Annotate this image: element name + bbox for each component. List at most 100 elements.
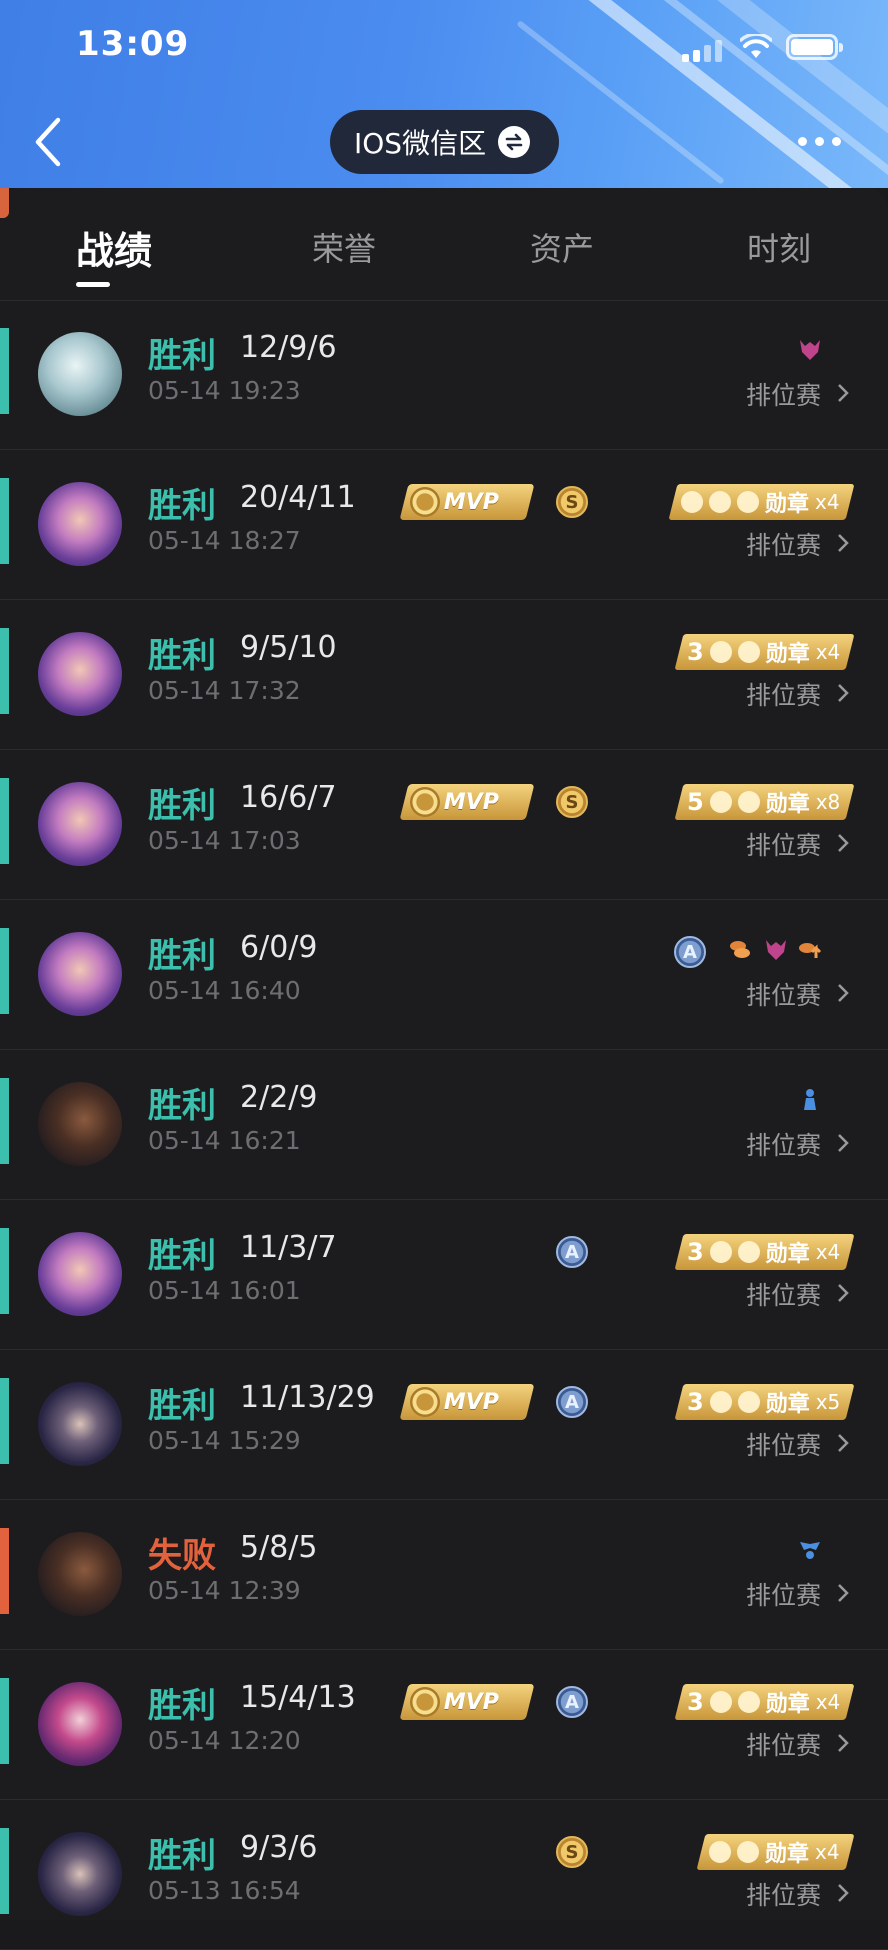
medal-icon: [737, 1241, 760, 1263]
result-bar: [0, 1228, 9, 1314]
match-result: 胜利: [148, 936, 216, 976]
medal-icon: [709, 1691, 732, 1713]
match-kda: 20/4/11: [240, 480, 356, 515]
s-rating-coin-icon: S: [556, 1836, 588, 1868]
medal-badge: 3 勋章 x4: [674, 1684, 855, 1720]
match-kda: 12/9/6: [240, 330, 337, 365]
coin-up-icon: [799, 943, 822, 958]
match-row[interactable]: 胜利 11/13/29 05-14 15:29 MVP A 3 勋章 x5 排位赛: [0, 1350, 888, 1500]
match-time: 05-14 19:23: [148, 376, 301, 405]
server-switch-button[interactable]: IOS微信区: [330, 110, 559, 174]
match-time: 05-14 16:21: [148, 1126, 301, 1155]
match-kda: 16/6/7: [240, 780, 337, 815]
a-rating-coin-icon: A: [556, 1386, 588, 1418]
a-rating-coin-icon: A: [674, 936, 706, 968]
match-kda: 5/8/5: [240, 1530, 318, 1565]
match-row[interactable]: 失败 5/8/5 05-14 12:39 排位赛: [0, 1500, 888, 1650]
match-result: 失败: [148, 1536, 216, 1576]
wings-icon: [800, 1542, 820, 1559]
match-mode: 排位赛: [746, 831, 822, 860]
match-mode: 排位赛: [746, 381, 822, 410]
match-result: 胜利: [148, 1086, 216, 1126]
match-time: 05-14 18:27: [148, 526, 301, 555]
hero-avatar: [38, 1832, 122, 1916]
match-result: 胜利: [148, 336, 216, 376]
match-row[interactable]: 胜利 20/4/11 05-14 18:27 MVP S 勋章 x4 排位赛: [0, 450, 888, 600]
status-time: 13:09: [76, 24, 190, 64]
medal-icon: [681, 491, 704, 513]
tab-bar: 战绩 荣誉 资产 时刻: [0, 188, 888, 301]
pawn-icon: [804, 1089, 816, 1110]
chevron-right-icon: [838, 684, 849, 702]
match-row[interactable]: 胜利 2/2/9 05-14 16:21 排位赛: [0, 1050, 888, 1200]
tab-records[interactable]: 战绩: [76, 220, 152, 275]
match-row[interactable]: 胜利 12/9/6 05-14 19:23 排位赛: [0, 300, 888, 450]
medal-badge: 3 勋章 x4: [674, 634, 855, 670]
match-mode: 排位赛: [746, 1131, 822, 1160]
chevron-right-icon: [838, 384, 849, 402]
match-kda: 6/0/9: [240, 930, 318, 965]
medal-icon: [737, 641, 760, 663]
match-result: 胜利: [148, 1386, 216, 1426]
result-bar: [0, 328, 9, 414]
match-time: 05-14 12:39: [148, 1576, 301, 1605]
match-mode: 排位赛: [746, 1431, 822, 1460]
hero-avatar: [38, 1382, 122, 1466]
tab-honor[interactable]: 荣誉: [312, 224, 376, 270]
hero-avatar: [38, 932, 122, 1016]
match-list: 胜利 12/9/6 05-14 19:23 排位赛 胜利 20/4/11 05-…: [0, 300, 888, 1950]
match-result: 胜利: [148, 636, 216, 676]
match-result: 胜利: [148, 786, 216, 826]
tab-assets[interactable]: 资产: [530, 224, 594, 270]
medal-icon: [709, 1391, 732, 1413]
medal-icon: [709, 791, 732, 813]
match-kda: 11/13/29: [240, 1380, 375, 1415]
medal-badge: 5 勋章 x8: [674, 784, 855, 820]
medal-badge: 勋章 x4: [668, 484, 855, 520]
match-row[interactable]: 胜利 9/3/6 05-13 16:54 S 勋章 x4 排位赛: [0, 1800, 888, 1950]
match-row[interactable]: 胜利 6/0/9 05-14 16:40 A 排位赛: [0, 900, 888, 1050]
chevron-right-icon: [838, 1284, 849, 1302]
match-time: 05-14 17:32: [148, 676, 301, 705]
demon-icon: [766, 940, 786, 960]
result-bar: [0, 478, 9, 564]
hero-avatar: [38, 782, 122, 866]
result-bar: [0, 778, 9, 864]
chevron-right-icon: [838, 534, 849, 552]
server-label: IOS微信区: [354, 127, 487, 160]
more-options-icon[interactable]: [798, 126, 848, 156]
match-time: 05-14 12:20: [148, 1726, 301, 1755]
match-row[interactable]: 胜利 16/6/7 05-14 17:03 MVP S 5 勋章 x8 排位赛: [0, 750, 888, 900]
hero-avatar: [38, 1682, 122, 1766]
chevron-right-icon: [838, 834, 849, 852]
result-bar: [0, 1528, 9, 1614]
match-time: 05-14 15:29: [148, 1426, 301, 1455]
match-row[interactable]: 胜利 15/4/13 05-14 12:20 MVP A 3 勋章 x4 排位赛: [0, 1650, 888, 1800]
mvp-badge: MVP: [399, 1384, 535, 1420]
match-row[interactable]: 胜利 9/5/10 05-14 17:32 3 勋章 x4 排位赛: [0, 600, 888, 750]
match-row[interactable]: 胜利 11/3/7 05-14 16:01 A 3 勋章 x4 排位赛: [0, 1200, 888, 1350]
chevron-right-icon: [838, 1584, 849, 1602]
mvp-badge: MVP: [399, 1684, 535, 1720]
swap-icon: [498, 126, 531, 158]
match-mode: 排位赛: [746, 1281, 822, 1310]
match-result: 胜利: [148, 486, 216, 526]
back-icon[interactable]: [28, 114, 72, 170]
hero-avatar: [38, 332, 122, 416]
tab-moments[interactable]: 时刻: [747, 224, 811, 270]
gold-coins-icon: [730, 941, 750, 958]
match-mode: 排位赛: [746, 1731, 822, 1760]
match-time: 05-14 17:03: [148, 826, 301, 855]
match-mode: 排位赛: [746, 981, 822, 1010]
match-result: 胜利: [148, 1236, 216, 1276]
result-bar: [0, 1078, 9, 1164]
result-bar: [0, 628, 9, 714]
match-time: 05-14 16:01: [148, 1276, 301, 1305]
medal-badge: 3 勋章 x4: [674, 1234, 855, 1270]
medal-icon: [709, 1241, 732, 1263]
result-bar: [0, 1678, 9, 1764]
result-bar: [0, 1828, 9, 1914]
medal-icon: [709, 641, 732, 663]
a-rating-coin-icon: A: [556, 1236, 588, 1268]
chevron-right-icon: [838, 1734, 849, 1752]
